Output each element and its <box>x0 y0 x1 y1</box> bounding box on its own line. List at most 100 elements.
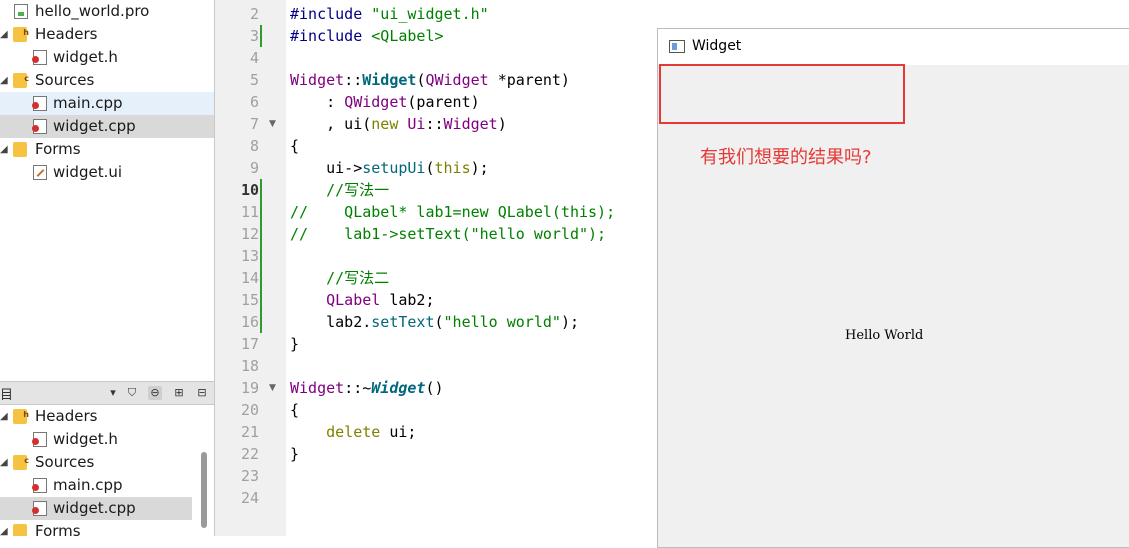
code-token: QWidget <box>344 93 408 111</box>
code-token: QLabel <box>326 291 381 309</box>
tree-item-forms[interactable]: ◢ Forms <box>0 520 214 536</box>
code-line: Widget::Widget(QWidget *parent) <box>290 69 570 91</box>
tree-item-main-cpp[interactable]: main.cpp <box>0 92 214 115</box>
tree-item-headers[interactable]: ◢ Headers <box>0 403 214 428</box>
line-number: 6 <box>249 93 259 111</box>
cpp-file-icon <box>32 501 47 516</box>
window-title: Widget <box>692 38 742 54</box>
code-token: Widget <box>371 379 426 397</box>
split-icon[interactable]: ⊞ <box>172 386 186 400</box>
tree-item-widget-cpp[interactable]: widget.cpp <box>0 115 214 138</box>
cpp-file-icon <box>32 119 47 134</box>
tree-item-forms[interactable]: ◢ Forms <box>0 138 214 161</box>
code-token: ::~ <box>344 379 372 397</box>
chevron-down-icon[interactable]: ◢ <box>0 76 8 86</box>
code-line: } <box>290 443 299 465</box>
dropdown-icon[interactable]: ▾ <box>106 386 120 400</box>
chevron-down-icon[interactable]: ◢ <box>0 412 8 422</box>
line-number: 11 <box>240 203 259 221</box>
code-token: QWidget <box>425 71 489 89</box>
code-token: } <box>290 445 300 463</box>
code-token: delete <box>326 423 381 441</box>
code-token: Widget <box>290 379 345 397</box>
widget-window[interactable]: Widget 有我们想要的结果吗? Hello World <box>657 28 1129 548</box>
tree-item-label: Forms <box>35 522 81 536</box>
chevron-down-icon[interactable]: ◢ <box>0 30 8 40</box>
window-titlebar[interactable]: Widget <box>658 29 1129 65</box>
code-token: ); <box>470 159 489 177</box>
chevron-down-icon[interactable]: ◢ <box>0 527 8 537</box>
code-line: #include <QLabel> <box>290 25 444 47</box>
tree-item-widget-ui[interactable]: widget.ui <box>0 161 214 184</box>
tree-item-widget-h[interactable]: widget.h <box>0 46 214 69</box>
code-token: (parent) <box>407 93 480 111</box>
project-tree-panel: hello_world.pro ◢ Headers widget.h ◢ Sou… <box>0 0 215 536</box>
fold-arrow-icon[interactable]: ▼ <box>269 377 279 399</box>
code-token: #include <box>290 27 372 45</box>
tree-item-headers[interactable]: ◢ Headers <box>0 21 214 46</box>
code-token: :: <box>344 71 363 89</box>
code-line: //写法一 <box>290 179 389 201</box>
code-token: <QLabel> <box>371 27 444 45</box>
sources-folder-icon <box>13 67 29 90</box>
chevron-down-icon[interactable]: ◢ <box>0 145 8 155</box>
code-line: #include "ui_widget.h" <box>290 3 489 25</box>
filter-icon[interactable]: ⛉ <box>125 386 139 400</box>
headers-folder-icon <box>13 403 29 426</box>
tree-item-widget-cpp[interactable]: widget.cpp <box>0 497 192 520</box>
code-token: // QLabel* lab1=new QLabel(this); <box>290 203 616 221</box>
forms-folder-icon <box>13 142 27 157</box>
code-token: setupUi <box>362 159 426 177</box>
code-token: lab2. <box>290 313 372 331</box>
line-number: 20 <box>240 401 259 419</box>
code-line: } <box>290 333 299 355</box>
forms-folder-icon <box>13 524 27 536</box>
code-line: QLabel lab2; <box>290 289 435 311</box>
change-marker <box>260 25 262 47</box>
chevron-down-icon[interactable]: ◢ <box>0 458 8 468</box>
tree-item-pro-file[interactable]: hello_world.pro <box>0 0 214 23</box>
code-token: ( <box>434 313 444 331</box>
tree-item-main-cpp[interactable]: main.cpp <box>0 474 214 497</box>
code-line: // lab1->setText("hello world"); <box>290 223 606 245</box>
code-line: { <box>290 399 299 421</box>
code-line: ui->setupUi(this); <box>290 157 489 179</box>
tree-item-widget-h[interactable]: widget.h <box>0 428 214 451</box>
code-token: // lab1->setText("hello world"); <box>290 225 607 243</box>
tree-item-label: widget.cpp <box>53 117 136 135</box>
code-line: { <box>290 135 299 157</box>
header-file-icon <box>32 432 47 447</box>
line-number: 22 <box>240 445 259 463</box>
panel-title: 目 <box>0 388 14 403</box>
line-number: 18 <box>240 357 259 375</box>
tree-item-sources[interactable]: ◢ Sources <box>0 449 214 474</box>
app-window-icon <box>669 40 685 53</box>
code-line: //写法二 <box>290 267 389 289</box>
fold-arrow-icon[interactable]: ▼ <box>269 113 279 135</box>
line-number: 4 <box>249 49 259 67</box>
tree-item-sources[interactable]: ◢ Sources <box>0 67 214 92</box>
line-number: 7 <box>249 115 259 133</box>
code-token: Widget <box>362 71 417 89</box>
code-token: ( <box>425 159 435 177</box>
code-token: ) <box>497 115 507 133</box>
tree-item-label: widget.h <box>53 430 118 448</box>
link-icon[interactable]: ⊖ <box>148 386 162 400</box>
code-token: , ui( <box>290 115 372 133</box>
code-token: #include <box>290 5 372 23</box>
pro-file-icon <box>14 4 28 19</box>
code-token: lab2; <box>380 291 435 309</box>
tree-item-label: Sources <box>35 453 95 471</box>
line-number: 13 <box>240 247 259 265</box>
tree-scrollbar[interactable] <box>201 452 207 528</box>
code-token: new <box>371 115 399 133</box>
code-line: // QLabel* lab1=new QLabel(this); <box>290 201 615 223</box>
line-number: 19 <box>240 379 259 397</box>
line-number: 3 <box>249 27 259 45</box>
code-token: { <box>290 137 300 155</box>
code-token: { <box>290 401 300 419</box>
code-token: "hello world" <box>443 313 561 331</box>
header-file-icon <box>32 50 47 65</box>
close-panel-icon[interactable]: ⊟ <box>195 386 209 400</box>
